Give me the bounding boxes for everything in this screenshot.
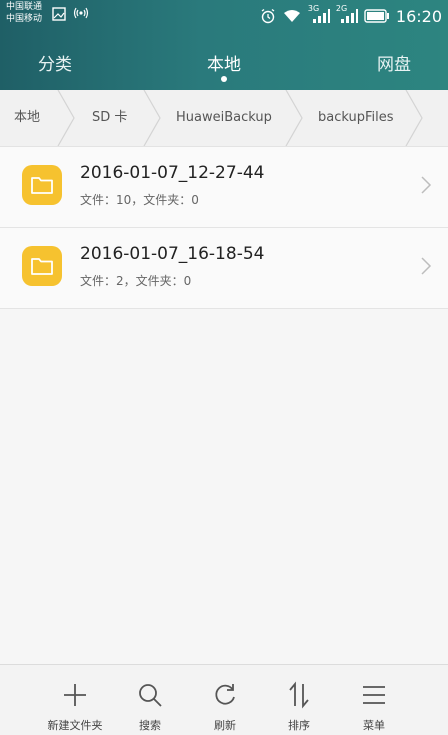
battery-icon xyxy=(364,9,389,23)
sort-label: 排序 xyxy=(288,719,310,732)
folder-meta: 文件：2，文件夹：0 xyxy=(80,274,192,288)
refresh-label: 刷新 xyxy=(214,719,236,732)
breadcrumb-separator-2 xyxy=(143,90,161,146)
menu-icon xyxy=(363,686,385,704)
chevron-right-icon xyxy=(421,176,432,194)
breadcrumb-separator xyxy=(57,90,75,146)
breadcrumb: 本地 SD 卡 HuaweiBackup backupFiles xyxy=(0,90,448,147)
carrier-info: 中国联通 中国移动 xyxy=(6,1,42,25)
list-item[interactable]: 2016-01-07_12-27-44 文件：10，文件夹：0 xyxy=(0,147,448,228)
list-item[interactable]: 2016-01-07_16-18-54 文件：2，文件夹：0 xyxy=(0,228,448,309)
image-icon xyxy=(52,7,66,21)
breadcrumb-item-local[interactable]: 本地 xyxy=(14,90,40,146)
status-time: 16:20 xyxy=(395,6,442,26)
folder-icon xyxy=(22,246,62,286)
plus-icon xyxy=(64,684,86,706)
header: 中国联通 中国移动 3G 2G 16:20 分类 本地 网盘 xyxy=(0,0,448,90)
folder-icon xyxy=(22,165,62,205)
search-icon xyxy=(139,684,162,707)
signal-3g: 3G xyxy=(308,4,330,25)
tab-cloud[interactable]: 网盘 xyxy=(377,50,411,75)
menu-button[interactable]: 菜单 xyxy=(334,665,414,735)
status-bar: 中国联通 中国移动 3G 2G 16:20 xyxy=(0,0,448,32)
breadcrumb-separator-4 xyxy=(405,90,423,146)
refresh-icon xyxy=(215,684,235,705)
carrier-1: 中国联通 xyxy=(6,2,43,12)
breadcrumb-item-huaweibackup[interactable]: HuaweiBackup xyxy=(176,90,272,146)
folder-meta: 文件：10，文件夹：0 xyxy=(80,193,199,207)
tab-bar: 分类 本地 网盘 xyxy=(0,40,448,86)
bottom-toolbar: 新建文件夹 搜索 刷新 排序 菜单 xyxy=(0,664,448,735)
active-tab-indicator xyxy=(221,76,227,82)
carrier-2: 中国移动 xyxy=(6,14,43,24)
signal-icon-2 xyxy=(340,9,358,23)
breadcrumb-item-backupfiles[interactable]: backupFiles xyxy=(318,90,394,146)
sort-button[interactable]: 排序 xyxy=(259,665,339,735)
tab-local[interactable]: 本地 xyxy=(207,50,241,75)
new-folder-label: 新建文件夹 xyxy=(47,719,103,732)
breadcrumb-item-sdcard[interactable]: SD 卡 xyxy=(92,90,127,146)
search-label: 搜索 xyxy=(139,719,161,732)
search-button[interactable]: 搜索 xyxy=(110,665,190,735)
new-folder-button[interactable]: 新建文件夹 xyxy=(35,665,115,735)
signal-2g: 2G xyxy=(336,4,358,25)
wifi-icon xyxy=(283,10,300,22)
tab-category[interactable]: 分类 xyxy=(38,50,72,75)
signal-icon xyxy=(312,9,330,23)
folder-name: 2016-01-07_16-18-54 xyxy=(80,244,265,264)
refresh-button[interactable]: 刷新 xyxy=(185,665,265,735)
chevron-right-icon xyxy=(421,257,432,275)
hotspot-icon xyxy=(73,7,89,19)
file-list: 2016-01-07_12-27-44 文件：10，文件夹：0 2016-01-… xyxy=(0,147,448,309)
folder-name: 2016-01-07_12-27-44 xyxy=(80,163,265,183)
breadcrumb-separator-3 xyxy=(285,90,303,146)
alarm-icon xyxy=(261,8,275,24)
menu-label: 菜单 xyxy=(363,719,385,732)
sort-icon xyxy=(289,681,309,709)
